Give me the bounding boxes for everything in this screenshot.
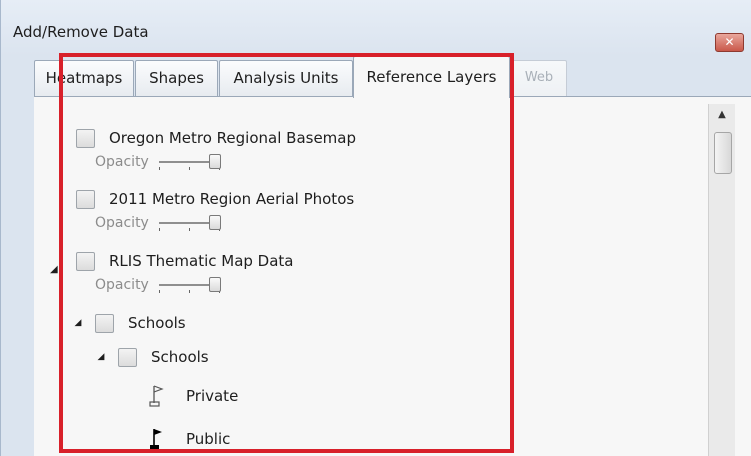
scroll-thumb[interactable]: [714, 132, 732, 174]
close-button[interactable]: ✕: [715, 33, 744, 52]
expand-triangle-icon[interactable]: ◢: [71, 318, 85, 328]
opacity-label: Opacity: [95, 154, 149, 170]
layer-label: 2011 Metro Region Aerial Photos: [109, 190, 355, 208]
tab-reference-layers[interactable]: Reference Layers: [353, 56, 510, 98]
hollow-flag-icon: [149, 385, 164, 407]
opacity-slider-thumb[interactable]: [208, 277, 221, 292]
legend-item-private: Private: [148, 383, 238, 409]
tab-web: Web: [511, 60, 567, 96]
tab-heatmaps[interactable]: Heatmaps: [34, 60, 134, 96]
opacity-slider[interactable]: [158, 152, 229, 172]
layer-item: RLIS Thematic Map Data: [76, 248, 294, 274]
opacity-control: Opacity: [95, 275, 229, 295]
add-remove-data-window: Add/Remove Data ✕ Heatmaps Shapes Analys…: [0, 0, 751, 456]
layer-checkbox[interactable]: [76, 189, 95, 209]
layer-item: 2011 Metro Region Aerial Photos: [76, 186, 354, 212]
layer-item: Oregon Metro Regional Basemap: [76, 125, 356, 151]
opacity-slider[interactable]: [158, 213, 229, 233]
opacity-label: Opacity: [95, 215, 149, 231]
group-checkbox[interactable]: [95, 313, 114, 333]
legend-label: Private: [186, 387, 239, 405]
subgroup-label: Schools: [151, 348, 209, 366]
opacity-slider-thumb[interactable]: [208, 154, 221, 169]
opacity-control: Opacity: [95, 152, 229, 172]
legend-label: Public: [186, 430, 231, 448]
tree-subgroup-schools: ◢ Schools: [94, 344, 209, 370]
window-title: Add/Remove Data: [13, 23, 149, 41]
legend-item-public: Public: [148, 426, 230, 452]
layer-checkbox[interactable]: [76, 128, 95, 148]
group-label: Schools: [128, 314, 186, 332]
opacity-slider[interactable]: [158, 275, 229, 295]
scroll-up-arrow-icon[interactable]: ▲: [709, 104, 735, 126]
opacity-control: Opacity: [95, 213, 229, 233]
tab-shapes[interactable]: Shapes: [135, 60, 218, 96]
collapse-triangle-icon: ◢: [50, 264, 58, 275]
opacity-slider-thumb[interactable]: [208, 215, 221, 230]
subgroup-checkbox[interactable]: [118, 347, 137, 367]
layer-label: RLIS Thematic Map Data: [109, 252, 294, 270]
tree-group-schools: ◢ Schools: [71, 310, 186, 336]
layer-label: Oregon Metro Regional Basemap: [109, 129, 357, 147]
expand-triangle-icon[interactable]: ◢: [94, 352, 108, 362]
opacity-label: Opacity: [95, 277, 149, 293]
title-bar[interactable]: Add/Remove Data ✕: [1, 12, 751, 52]
filled-flag-icon: [150, 429, 162, 450]
vertical-scrollbar[interactable]: ▲: [708, 104, 735, 456]
layer-checkbox[interactable]: [76, 251, 95, 271]
tab-analysis-units[interactable]: Analysis Units: [219, 60, 353, 96]
